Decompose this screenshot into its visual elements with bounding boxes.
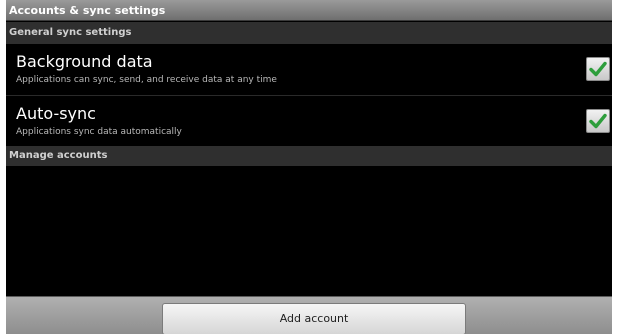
settings-screen: Accounts & sync settings General sync se… [6, 0, 612, 334]
pref-summary-auto-sync: Applications sync data automatically [16, 127, 182, 137]
pref-title-auto-sync: Auto-sync [16, 104, 96, 123]
add-account-button[interactable]: Add account [162, 303, 466, 334]
background-data-checkbox[interactable] [586, 57, 610, 81]
checkmark-icon [589, 113, 607, 129]
section-header-manage-accounts: Manage accounts [6, 146, 612, 166]
pref-row-auto-sync[interactable]: Auto-sync Applications sync data automat… [6, 96, 612, 147]
checkmark-icon [589, 61, 607, 77]
section-header-general-sync: General sync settings [6, 22, 612, 44]
pref-row-background-data[interactable]: Background data Applications can sync, s… [6, 44, 612, 95]
accounts-list [6, 166, 612, 296]
auto-sync-checkbox[interactable] [586, 109, 610, 133]
pref-title-background-data: Background data [16, 52, 153, 71]
window-title: Accounts & sync settings [6, 0, 612, 21]
pref-summary-background-data: Applications can sync, send, and receive… [16, 75, 277, 85]
bottom-action-bar: Add account [6, 296, 612, 334]
